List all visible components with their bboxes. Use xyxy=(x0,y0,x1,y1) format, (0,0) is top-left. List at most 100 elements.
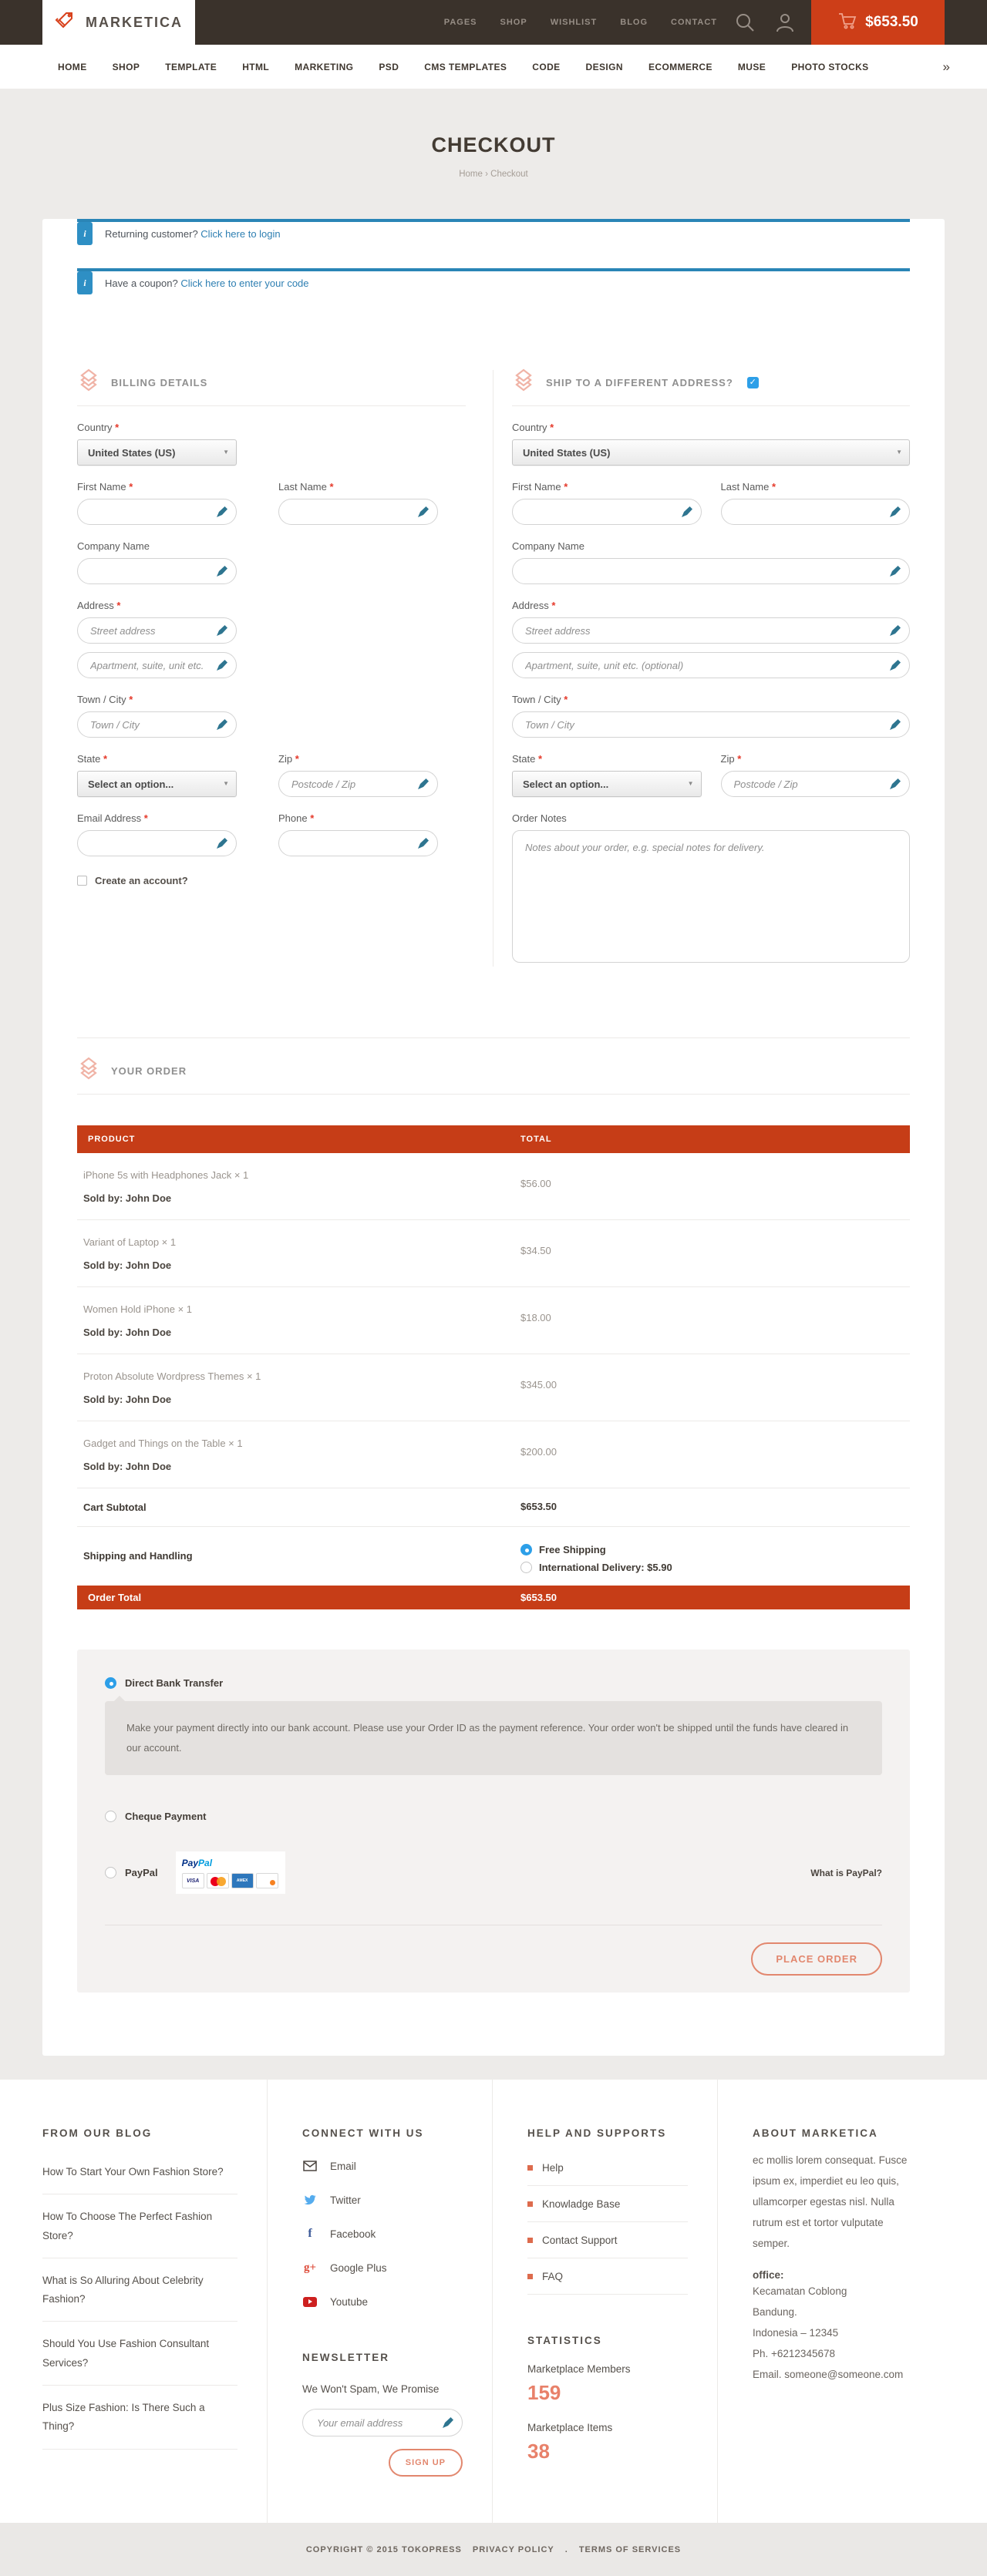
logo[interactable]: MARKETICA xyxy=(42,0,195,45)
cart-total: $653.50 xyxy=(865,14,918,31)
cart-button[interactable]: $653.50 xyxy=(811,0,945,45)
shipping-zip-label: Zip * xyxy=(721,753,911,765)
bullet-icon xyxy=(527,2238,533,2243)
help-link[interactable]: Help xyxy=(527,2150,688,2186)
top-nav-blog[interactable]: BLOG xyxy=(620,18,648,27)
radio-icon[interactable] xyxy=(105,1867,116,1878)
user-account-icon[interactable] xyxy=(774,12,796,33)
billing-state-label: State * xyxy=(77,753,237,765)
billing-first-name-input[interactable] xyxy=(77,499,237,525)
office-label: office: xyxy=(753,2269,914,2281)
shipping-zip-input[interactable] xyxy=(721,771,911,797)
billing-street-address-input[interactable] xyxy=(77,617,237,644)
blog-link[interactable]: How To Start Your Own Fashion Store? xyxy=(42,2150,237,2194)
help-link[interactable]: Contact Support xyxy=(527,2222,688,2258)
footer-about-heading: ABOUT MARKETICA xyxy=(753,2127,914,2139)
social-youtube-link[interactable]: Youtube xyxy=(302,2295,463,2309)
billing-zip-input[interactable] xyxy=(278,771,438,797)
shipping-state-select[interactable]: Select an option... xyxy=(512,771,702,797)
shipping-option-free[interactable]: Free Shipping xyxy=(520,1544,910,1555)
billing-first-name-label: First Name * xyxy=(77,481,237,493)
pen-icon xyxy=(890,566,901,577)
shipping-town-input[interactable] xyxy=(512,711,910,738)
blog-link[interactable]: How To Choose The Perfect Fashion Store? xyxy=(42,2194,237,2258)
item-seller: Sold by: John Doe xyxy=(83,1461,910,1472)
item-name: iPhone 5s with Headphones Jack × 1 xyxy=(83,1169,910,1181)
pen-icon xyxy=(217,660,227,671)
billing-last-name-input[interactable] xyxy=(278,499,438,525)
billing-company-input[interactable] xyxy=(77,558,237,584)
ship-different-checkbox[interactable]: ✓ xyxy=(747,377,759,388)
billing-address2-input[interactable] xyxy=(77,652,237,678)
top-nav-wishlist[interactable]: WISHLIST xyxy=(551,18,598,27)
blog-link[interactable]: Should You Use Fashion Consultant Servic… xyxy=(42,2322,237,2386)
social-facebook-link[interactable]: f Facebook xyxy=(302,2227,463,2241)
nav-more-icon[interactable]: » xyxy=(943,59,950,75)
what-is-paypal-link[interactable]: What is PayPal? xyxy=(810,1868,882,1878)
privacy-policy-link[interactable]: PRIVACY POLICY xyxy=(473,2545,554,2554)
shipping-last-name-input[interactable] xyxy=(721,499,911,525)
radio-icon[interactable] xyxy=(520,1562,532,1573)
nav-home[interactable]: HOME xyxy=(58,62,87,72)
coupon-link[interactable]: Click here to enter your code xyxy=(180,277,308,289)
payment-cheque[interactable]: Cheque Payment xyxy=(105,1811,882,1822)
shipping-country-select[interactable]: United States (US) xyxy=(512,439,910,466)
discover-card-icon xyxy=(256,1873,278,1888)
radio-selected-icon[interactable] xyxy=(520,1544,532,1555)
payment-paypal[interactable]: PayPal PayPal VISA AMEX What is PayPal? xyxy=(105,1851,882,1894)
shipping-address2-input[interactable] xyxy=(512,652,910,678)
site-header: PAGES SHOP WISHLIST BLOG CONTACT $653.50… xyxy=(0,0,987,45)
payment-bank-transfer[interactable]: Direct Bank Transfer xyxy=(105,1677,882,1689)
shipping-first-name-input[interactable] xyxy=(512,499,702,525)
nav-muse[interactable]: MUSE xyxy=(738,62,766,72)
blog-link[interactable]: Plus Size Fashion: Is There Such a Thing… xyxy=(42,2386,237,2450)
item-total: $345.00 xyxy=(520,1379,557,1391)
nav-html[interactable]: HTML xyxy=(242,62,269,72)
footer-connect-heading: CONNECT WITH US xyxy=(302,2127,463,2139)
stack-icon xyxy=(77,1057,100,1085)
billing-phone-input[interactable] xyxy=(278,830,438,856)
pen-icon xyxy=(217,506,227,517)
newsletter-email-input[interactable] xyxy=(302,2409,463,2436)
nav-shop[interactable]: SHOP xyxy=(113,62,140,72)
billing-zip-label: Zip * xyxy=(278,753,438,765)
blog-link[interactable]: What is So Alluring About Celebrity Fash… xyxy=(42,2258,237,2322)
shipping-option-international[interactable]: International Delivery: $5.90 xyxy=(520,1562,910,1573)
billing-town-input[interactable] xyxy=(77,711,237,738)
nav-marketing[interactable]: MARKETING xyxy=(295,62,353,72)
newsletter-signup-button[interactable]: SIGN UP xyxy=(389,2449,463,2477)
nav-design[interactable]: DESIGN xyxy=(586,62,623,72)
shipping-company-input[interactable] xyxy=(512,558,910,584)
breadcrumb-home[interactable]: Home xyxy=(459,170,483,179)
shipping-handling-row: Shipping and Handling Free Shipping Inte… xyxy=(77,1527,910,1586)
radio-selected-icon[interactable] xyxy=(105,1677,116,1689)
top-nav-pages[interactable]: PAGES xyxy=(444,18,477,27)
social-email-link[interactable]: Email xyxy=(302,2159,463,2173)
cart-subtotal-row: Cart Subtotal $653.50 xyxy=(77,1488,910,1527)
order-notes-label: Order Notes xyxy=(512,812,910,824)
billing-email-input[interactable] xyxy=(77,830,237,856)
nav-cms-templates[interactable]: CMS TEMPLATES xyxy=(424,62,507,72)
shipping-street-address-input[interactable] xyxy=(512,617,910,644)
link-separator: . xyxy=(565,2545,568,2554)
help-link[interactable]: Knowladge Base xyxy=(527,2186,688,2222)
terms-link[interactable]: TERMS OF SERVICES xyxy=(579,2545,681,2554)
social-google-plus-link[interactable]: g+ Google Plus xyxy=(302,2261,463,2275)
top-nav-shop[interactable]: SHOP xyxy=(500,18,527,27)
radio-icon[interactable] xyxy=(105,1811,116,1822)
nav-ecommerce[interactable]: ECOMMERCE xyxy=(648,62,712,72)
nav-photo-stocks[interactable]: PHOTO STOCKS xyxy=(791,62,868,72)
nav-code[interactable]: CODE xyxy=(532,62,560,72)
search-icon[interactable] xyxy=(734,12,756,33)
place-order-button[interactable]: PLACE ORDER xyxy=(751,1942,882,1976)
top-nav-contact[interactable]: CONTACT xyxy=(671,18,717,27)
billing-state-select[interactable]: Select an option... xyxy=(77,771,237,797)
help-link[interactable]: FAQ xyxy=(527,2258,688,2295)
create-account-checkbox[interactable] xyxy=(77,876,87,886)
order-notes-textarea[interactable] xyxy=(512,830,910,963)
social-twitter-link[interactable]: Twitter xyxy=(302,2193,463,2207)
billing-country-select[interactable]: United States (US) xyxy=(77,439,237,466)
nav-template[interactable]: TEMPLATE xyxy=(165,62,217,72)
nav-psd[interactable]: PSD xyxy=(379,62,399,72)
login-link[interactable]: Click here to login xyxy=(200,228,280,240)
